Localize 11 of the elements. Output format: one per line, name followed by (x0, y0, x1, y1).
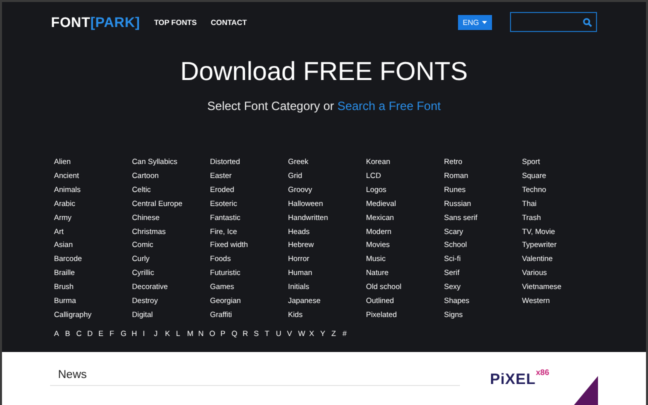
hero-subtitle: Select Font Category or Search a Free Font (206, 99, 442, 113)
search-icon[interactable] (583, 18, 592, 26)
ad-brand: PiXEL (490, 371, 536, 388)
triangle-icon (574, 376, 598, 405)
caret-icon (482, 20, 487, 24)
hero-title: Download FREE FONTS (179, 56, 469, 87)
search-link[interactable]: Search a Free Font (337, 99, 441, 113)
section-title: News (50, 369, 460, 386)
search-field[interactable] (510, 12, 597, 32)
ad-suffix: x86 (536, 368, 550, 377)
site-logo[interactable]: FONT[PARK] (51, 14, 140, 30)
